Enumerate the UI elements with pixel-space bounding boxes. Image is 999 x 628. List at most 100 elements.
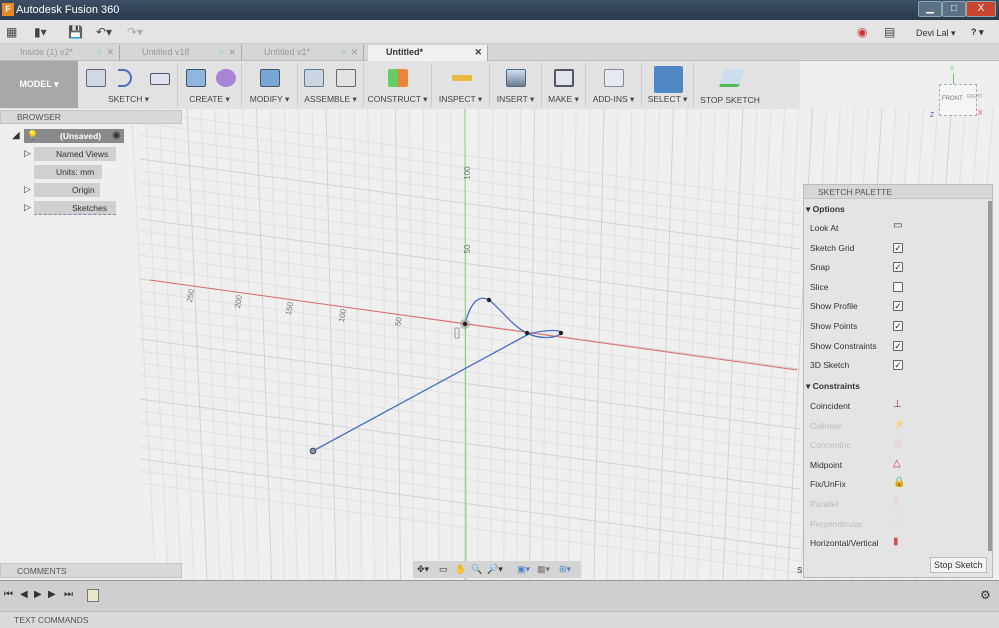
- undo-icon[interactable]: ↶▾: [96, 25, 112, 39]
- constraints-section-toggle[interactable]: ▾ Constraints: [806, 381, 860, 392]
- create-sketch-icon[interactable]: [86, 69, 106, 87]
- offset-plane-icon[interactable]: [388, 69, 408, 87]
- pan-icon[interactable]: ✋: [455, 564, 466, 575]
- new-component-icon[interactable]: [304, 69, 324, 87]
- constraint-fix-unfix[interactable]: Fix/UnFix 🔒: [810, 477, 910, 489]
- measure-icon[interactable]: [452, 75, 472, 81]
- expand-root-icon[interactable]: ◢: [12, 130, 20, 141]
- scripts-icon[interactable]: [604, 69, 624, 87]
- sketch-menu-label[interactable]: SKETCH ▾: [80, 94, 177, 105]
- options-section-toggle[interactable]: ▾ Options: [806, 204, 845, 215]
- sketch-point[interactable]: [462, 321, 468, 327]
- browser-item-units[interactable]: Units: mm: [34, 165, 102, 179]
- extrude-icon[interactable]: [186, 69, 206, 87]
- coincident-icon[interactable]: ⊥: [893, 399, 902, 410]
- browser-item-sketches[interactable]: Sketches: [34, 201, 116, 215]
- app-grid-icon[interactable]: ▦: [6, 25, 17, 39]
- help-menu[interactable]: ? ▾: [971, 27, 984, 38]
- construct-group[interactable]: CONSTRUCT ▾: [364, 63, 432, 107]
- viewports-icon[interactable]: ⊞▾: [559, 564, 571, 575]
- viewcube-front-label[interactable]: FRONT: [942, 96, 963, 102]
- display-settings-icon[interactable]: ▣▾: [517, 564, 530, 575]
- browser-header[interactable]: BROWSER: [0, 110, 182, 124]
- perpendicular-icon[interactable]: ✓: [893, 517, 901, 528]
- lightbulb-icon[interactable]: 💡: [27, 130, 38, 141]
- constraint-horizontal-vertical[interactable]: Horizontal/Vertical ▮: [810, 536, 910, 548]
- look-at-icon[interactable]: ▭: [439, 564, 448, 575]
- add-ins-menu-label[interactable]: ADD-INS ▾: [586, 94, 641, 105]
- maximize-button[interactable]: □: [942, 1, 966, 17]
- constraint-colinear[interactable]: Colinear ⚡: [810, 419, 910, 431]
- zoom-icon[interactable]: 🔍: [471, 564, 482, 575]
- timeline-sketch-feature[interactable]: [87, 589, 99, 602]
- line-end-point[interactable]: [309, 447, 317, 455]
- colinear-icon[interactable]: ⚡: [893, 419, 905, 430]
- fit-icon[interactable]: 🔎▾: [487, 564, 503, 575]
- midpoint-icon[interactable]: △: [893, 458, 901, 469]
- stop-sketch-icon[interactable]: [718, 69, 746, 87]
- form-icon[interactable]: [216, 69, 236, 87]
- timeline-settings-icon[interactable]: ⚙: [980, 588, 991, 602]
- construct-menu-label[interactable]: CONSTRUCT ▾: [364, 94, 431, 105]
- parallel-icon[interactable]: //: [893, 497, 899, 508]
- comment-icon[interactable]: ▤: [884, 25, 895, 39]
- record-icon[interactable]: ◉: [857, 25, 867, 39]
- file-menu-icon[interactable]: ▮▾: [34, 25, 47, 39]
- look-at-icon[interactable]: ▭: [893, 220, 902, 231]
- make-group[interactable]: MAKE ▾: [542, 63, 586, 107]
- select-menu-label[interactable]: SELECT ▾: [642, 94, 693, 105]
- inspect-group[interactable]: INSPECT ▾: [432, 63, 490, 107]
- close-tab-icon[interactable]: ✕: [474, 47, 482, 58]
- modify-menu-label[interactable]: MODIFY ▾: [242, 94, 297, 105]
- sketch-point[interactable]: [524, 330, 530, 336]
- assemble-menu-label[interactable]: ASSEMBLE ▾: [298, 94, 363, 105]
- play-icon[interactable]: ▶: [34, 589, 42, 600]
- palette-scrollbar[interactable]: [988, 201, 992, 551]
- concentric-icon[interactable]: ◎: [893, 438, 902, 449]
- select-group[interactable]: SELECT ▾: [642, 63, 694, 107]
- comments-panel[interactable]: COMMENTS: [0, 563, 182, 578]
- step-forward-icon[interactable]: ▶: [48, 589, 56, 600]
- create-menu-label[interactable]: CREATE ▾: [178, 94, 241, 105]
- stop-sketch-label[interactable]: STOP SKETCH: [694, 95, 766, 105]
- stop-sketch-button[interactable]: Stop Sketch: [930, 557, 987, 573]
- tab-untitled-v18[interactable]: Untitled v18 ○ ✕: [124, 45, 242, 61]
- step-back-icon[interactable]: ◀: [20, 589, 28, 600]
- add-ins-group[interactable]: ADD-INS ▾: [586, 63, 642, 107]
- modify-group[interactable]: MODIFY ▾: [242, 63, 298, 107]
- insert-group[interactable]: INSERT ▾: [490, 63, 542, 107]
- select-icon[interactable]: [654, 66, 683, 93]
- 3d-print-icon[interactable]: [554, 69, 574, 87]
- constraint-coincident[interactable]: Coincident ⊥: [810, 399, 910, 411]
- inspect-menu-label[interactable]: INSPECT ▾: [432, 94, 489, 105]
- activate-radio-icon[interactable]: ◉: [112, 130, 121, 141]
- checkbox-3d-sketch[interactable]: ✓: [893, 360, 903, 371]
- constraint-parallel[interactable]: Parallel //: [810, 497, 910, 509]
- orbit-icon[interactable]: ✥▾: [417, 564, 429, 575]
- browser-item-named-views[interactable]: Named Views: [34, 147, 116, 161]
- horizontal-vertical-icon[interactable]: ▮: [893, 536, 899, 547]
- checkbox-snap[interactable]: ✓: [893, 262, 903, 273]
- expand-icon[interactable]: ▷: [24, 202, 31, 213]
- tab-inside[interactable]: Inside (1) v2* ○ ✕: [2, 45, 120, 61]
- insert-menu-label[interactable]: INSERT ▾: [490, 94, 541, 105]
- close-button[interactable]: X: [966, 1, 996, 17]
- lock-icon[interactable]: 🔒: [893, 477, 905, 488]
- user-menu[interactable]: Devi Lal ▾: [916, 28, 956, 39]
- make-menu-label[interactable]: MAKE ▾: [542, 94, 585, 105]
- assemble-group[interactable]: ASSEMBLE ▾: [298, 63, 364, 107]
- palette-header[interactable]: SKETCH PALETTE: [804, 185, 992, 199]
- close-tab-icon[interactable]: ✕: [350, 47, 358, 58]
- browser-root-node[interactable]: (Unsaved): [24, 129, 124, 143]
- close-tab-icon[interactable]: ✕: [106, 47, 114, 58]
- checkbox-show-constraints[interactable]: ✓: [893, 340, 903, 351]
- tab-untitled-active[interactable]: Untitled* ✕: [368, 45, 488, 61]
- stop-sketch-group[interactable]: STOP SKETCH: [694, 63, 766, 107]
- checkbox-slice[interactable]: [893, 281, 903, 292]
- insert-image-icon[interactable]: [506, 69, 526, 87]
- spline-icon[interactable]: [118, 69, 132, 87]
- rectangle-icon[interactable]: [150, 73, 170, 85]
- create-group[interactable]: CREATE ▾: [178, 63, 242, 107]
- sketch-point[interactable]: [558, 330, 564, 336]
- browser-item-origin[interactable]: Origin: [34, 183, 100, 197]
